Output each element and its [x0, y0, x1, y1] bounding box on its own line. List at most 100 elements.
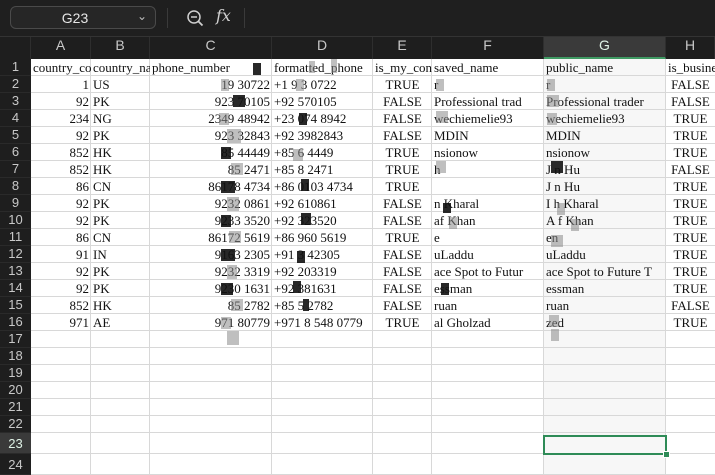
row-header[interactable]: 10 [0, 212, 31, 229]
table-cell[interactable]: 923 70105 [150, 93, 272, 110]
row-header[interactable]: 12 [0, 246, 31, 263]
table-cell[interactable] [432, 178, 544, 195]
table-cell[interactable]: 86 [31, 178, 91, 195]
table-cell[interactable]: FALSE [666, 297, 715, 314]
row-header[interactable]: 16 [0, 314, 31, 331]
table-cell[interactable]: ruan [432, 297, 544, 314]
table-cell[interactable]: FALSE [373, 297, 432, 314]
table-cell[interactable]: 85 44449 [150, 144, 272, 161]
table-cell[interactable]: FALSE [373, 93, 432, 110]
table-cell[interactable]: 85 2471 [150, 161, 272, 178]
table-cell[interactable]: HK [91, 161, 150, 178]
table-cell[interactable]: TRUE [666, 110, 715, 127]
table-cell[interactable]: HK [91, 144, 150, 161]
table-cell[interactable]: TRUE [666, 314, 715, 331]
table-cell[interactable]: TRUE [666, 212, 715, 229]
column-header-e[interactable]: E [373, 37, 432, 59]
table-cell[interactable]: FALSE [666, 76, 715, 93]
table-cell[interactable]: TRUE [666, 178, 715, 195]
table-cell[interactable]: +92 203319 [272, 263, 373, 280]
table-cell[interactable]: Professional trad [432, 93, 544, 110]
table-cell[interactable]: FALSE [373, 246, 432, 263]
formula-input[interactable] [250, 6, 705, 30]
row-header[interactable]: 4 [0, 110, 31, 127]
table-cell[interactable]: 9230 1631 [150, 280, 272, 297]
row-header[interactable]: 7 [0, 161, 31, 178]
table-cell[interactable]: 852 [31, 161, 91, 178]
table-cell[interactable]: uLaddu [544, 246, 666, 263]
table-cell[interactable]: wechiemelie93 [432, 110, 544, 127]
table-cell[interactable]: 85 2782 [150, 297, 272, 314]
name-box[interactable]: G23 ⌄ [10, 6, 156, 29]
table-cell[interactable]: FALSE [666, 93, 715, 110]
table-cell[interactable]: TRUE [666, 246, 715, 263]
table-cell[interactable]: FALSE [373, 127, 432, 144]
table-cell[interactable]: 971 80779 [150, 314, 272, 331]
row-header[interactable]: 19 [0, 365, 31, 382]
table-cell[interactable]: TRUE [666, 195, 715, 212]
row-header[interactable]: 3 [0, 93, 31, 110]
column-header-b[interactable]: B [91, 37, 150, 59]
row-header[interactable]: 21 [0, 399, 31, 416]
table-cell[interactable]: 19 30722 [150, 76, 272, 93]
fill-handle[interactable] [663, 451, 670, 458]
table-cell[interactable]: 9232 3319 [150, 263, 272, 280]
table-cell[interactable]: +92 323520 [272, 212, 373, 229]
header-cell[interactable]: is_busine [666, 59, 715, 76]
table-cell[interactable]: 1 [31, 76, 91, 93]
table-cell[interactable]: r [432, 76, 544, 93]
table-cell[interactable]: 86172 5619 [150, 229, 272, 246]
table-cell[interactable]: e [432, 229, 544, 246]
table-cell[interactable]: FALSE [373, 280, 432, 297]
table-cell[interactable]: 92 [31, 93, 91, 110]
table-cell[interactable]: TRUE [373, 178, 432, 195]
zoom-icon[interactable] [186, 9, 204, 27]
table-cell[interactable]: FALSE [373, 263, 432, 280]
table-cell[interactable]: 971 [31, 314, 91, 331]
table-cell[interactable]: MDIN [432, 127, 544, 144]
table-cell[interactable]: 852 [31, 297, 91, 314]
table-cell[interactable]: 86178 4734 [150, 178, 272, 195]
chevron-down-icon[interactable]: ⌄ [137, 9, 147, 23]
table-cell[interactable]: ace Spot to Futur [432, 263, 544, 280]
table-cell[interactable]: TRUE [373, 229, 432, 246]
table-cell[interactable]: MDIN [544, 127, 666, 144]
active-cell-selection[interactable] [543, 435, 667, 455]
table-cell[interactable]: PK [91, 263, 150, 280]
table-cell[interactable]: FALSE [666, 161, 715, 178]
table-cell[interactable]: essman [544, 280, 666, 297]
table-cell[interactable]: uLaddu [432, 246, 544, 263]
row-header[interactable]: 6 [0, 144, 31, 161]
table-cell[interactable]: nsionow [432, 144, 544, 161]
table-cell[interactable]: FALSE [373, 212, 432, 229]
row-header[interactable]: 9 [0, 195, 31, 212]
header-cell[interactable]: country_na [91, 59, 150, 76]
table-cell[interactable]: CN [91, 229, 150, 246]
table-cell[interactable]: AE [91, 314, 150, 331]
table-cell[interactable]: PK [91, 280, 150, 297]
header-cell[interactable]: saved_name [432, 59, 544, 76]
column-header-c[interactable]: C [150, 37, 272, 59]
row-header[interactable]: 15 [0, 297, 31, 314]
table-cell[interactable]: PK [91, 195, 150, 212]
table-cell[interactable]: 92 [31, 127, 91, 144]
row-header[interactable]: 17 [0, 331, 31, 348]
table-cell[interactable]: HK [91, 297, 150, 314]
row-header[interactable]: 11 [0, 229, 31, 246]
row-header[interactable]: 18 [0, 348, 31, 365]
table-cell[interactable]: CN [91, 178, 150, 195]
table-cell[interactable]: +92 610861 [272, 195, 373, 212]
table-cell[interactable]: NG [91, 110, 150, 127]
table-cell[interactable]: TRUE [666, 229, 715, 246]
table-cell[interactable]: TRUE [666, 263, 715, 280]
table-cell[interactable]: 92 [31, 263, 91, 280]
table-cell[interactable]: +92 381631 [272, 280, 373, 297]
table-cell[interactable]: 86 [31, 229, 91, 246]
table-cell[interactable]: +85 8 2471 [272, 161, 373, 178]
table-cell[interactable]: 91 [31, 246, 91, 263]
header-cell[interactable]: public_name [544, 59, 666, 76]
table-cell[interactable]: 923 32843 [150, 127, 272, 144]
table-cell[interactable]: 92 [31, 195, 91, 212]
table-cell[interactable]: TRUE [373, 76, 432, 93]
table-cell[interactable]: TRUE [373, 161, 432, 178]
